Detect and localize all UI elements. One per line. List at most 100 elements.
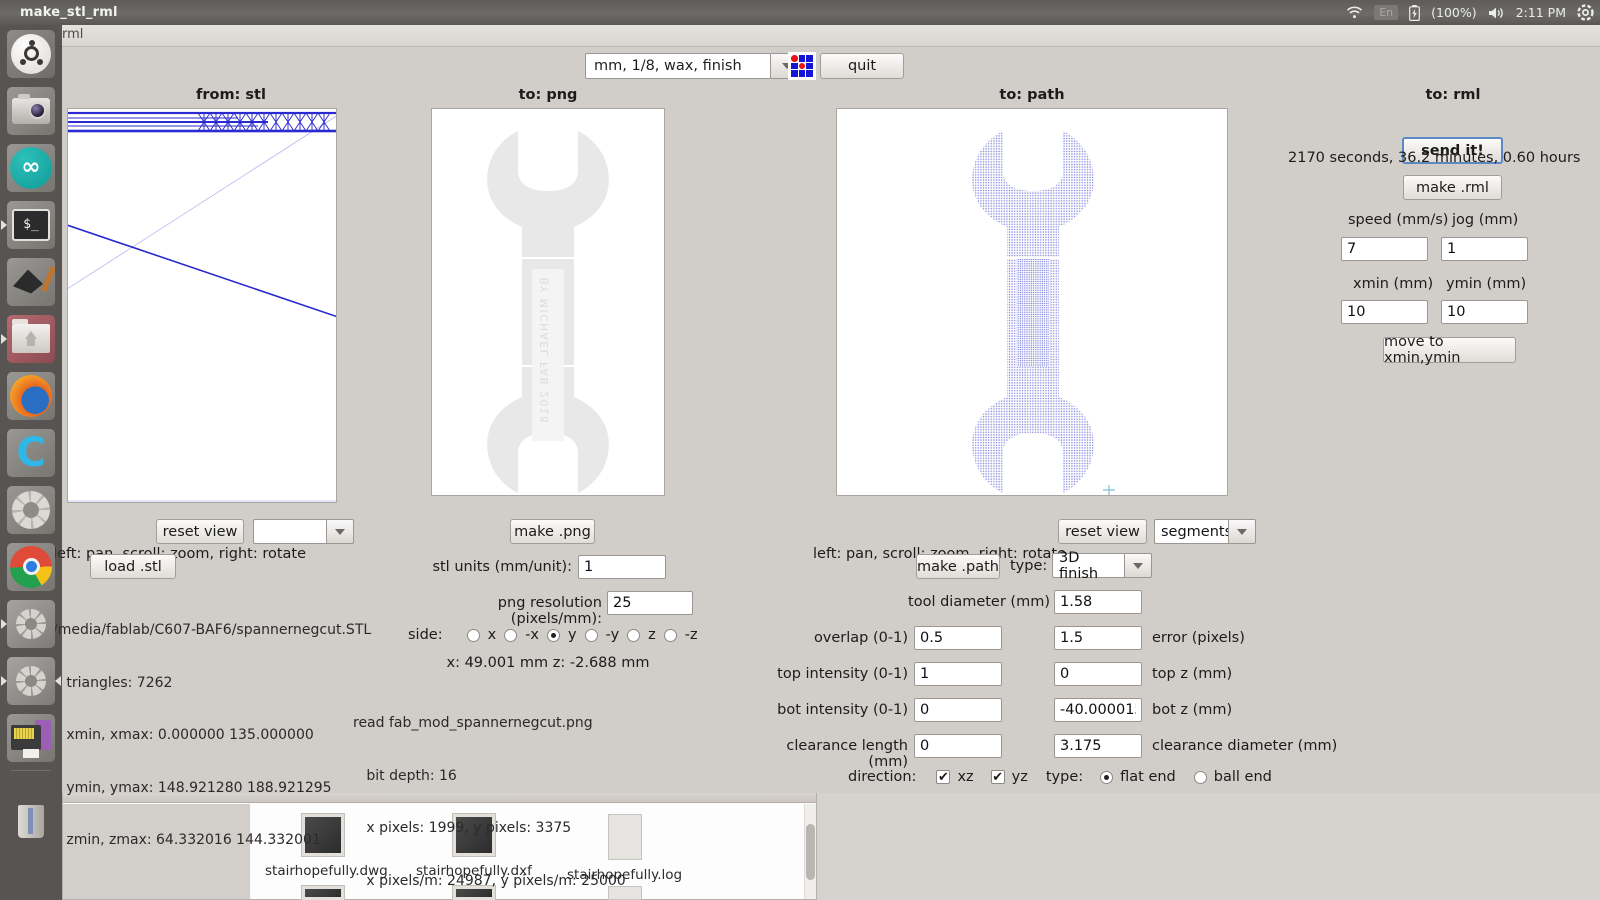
side-radio-x[interactable]: [466, 628, 480, 642]
clearance-diameter-input[interactable]: [1054, 734, 1142, 758]
file-thumbnail: [301, 886, 344, 900]
wifi-icon[interactable]: [1346, 6, 1363, 19]
jog-input[interactable]: [1441, 237, 1528, 261]
launcher-item-app-1[interactable]: [0, 595, 62, 652]
stl-info-line: zmin, zmax: 64.332016 144.332001: [53, 832, 321, 848]
path-type-select-value: 3D finish: [1052, 550, 1124, 582]
png-info-line: x pixels/m: 24987, y pixels/m: 25000: [353, 872, 626, 889]
stl-view-select-arrow[interactable]: [326, 519, 354, 544]
launcher-item-chrome[interactable]: [0, 538, 62, 595]
battery-icon[interactable]: [1409, 4, 1421, 21]
launcher-item-camera[interactable]: [0, 82, 62, 139]
error-pixels-input[interactable]: [1054, 626, 1142, 650]
make-stl-rml-window[interactable]: rml mm, 1/8, wax, finish quit from: stl …: [53, 25, 1600, 889]
flat-end-radio[interactable]: [1100, 770, 1114, 784]
overlap-label: overlap (0-1): [813, 630, 908, 646]
side-radio-negy[interactable]: [584, 628, 598, 642]
make-rml-button[interactable]: make .rml: [1403, 175, 1502, 200]
direction-controls: direction: ✔ xz ✔ yz type: flat end ball…: [848, 769, 1272, 785]
volume-icon[interactable]: [1488, 6, 1505, 20]
focused-indicator-icon: [55, 675, 61, 686]
path-reset-view-button[interactable]: reset view: [1058, 519, 1147, 544]
bot-z-input[interactable]: [1054, 698, 1142, 722]
system-menu-icon[interactable]: [1577, 4, 1594, 21]
stl-info-text: /media/fablab/C607-BAF6/spannernegcut.ST…: [53, 587, 371, 885]
side-radio-z[interactable]: [627, 628, 641, 642]
unity-launcher[interactable]: ∞ $_ C: [0, 25, 62, 900]
launcher-item-terminal[interactable]: $_: [0, 196, 62, 253]
jog-label: jog (mm): [1452, 212, 1519, 228]
stl-view-select-value: [253, 519, 326, 544]
bot-z-label: bot z (mm): [1152, 702, 1233, 718]
side-radio-group: side: x -x y -y z -z: [408, 627, 698, 643]
launcher-item-files[interactable]: [0, 310, 62, 367]
path-preview-canvas[interactable]: [836, 108, 1228, 499]
path-view-select-arrow[interactable]: [1228, 519, 1256, 544]
xmin-label: xmin (mm): [1353, 276, 1434, 292]
tool-diameter-label: tool diameter (mm): [908, 594, 1050, 610]
png-coordinates-readout: x: 49.001 mm z: -2.688 mm: [446, 655, 650, 671]
system-topbar[interactable]: make_stl_rml En (100%) 2:11 PM: [0, 0, 1600, 25]
trash-icon: [7, 796, 55, 844]
launcher-item-dash[interactable]: [0, 25, 62, 82]
overlap-input[interactable]: [914, 626, 1002, 650]
stl-view-select[interactable]: [253, 519, 354, 544]
ymin-input[interactable]: [1441, 300, 1528, 324]
machine-preset-select[interactable]: mm, 1/8, wax, finish: [585, 53, 771, 79]
ball-end-radio[interactable]: [1193, 770, 1207, 784]
toolpath-plot: [837, 109, 1227, 499]
app-toolbar: mm, 1/8, wax, finish quit: [58, 52, 1600, 89]
settings-gear-icon: [7, 485, 55, 534]
launcher-item-scanner[interactable]: [0, 709, 62, 766]
stl-units-input[interactable]: [578, 555, 666, 579]
firefox-icon: [7, 371, 55, 420]
launcher-item-app-2[interactable]: [0, 652, 62, 709]
side-option-label: x: [487, 627, 497, 643]
scanner-icon: [7, 713, 55, 762]
quit-button[interactable]: quit: [820, 53, 904, 79]
system-clock[interactable]: 2:11 PM: [1516, 5, 1566, 20]
launcher-item-arduino[interactable]: ∞: [0, 139, 62, 196]
side-radio-y[interactable]: [547, 628, 561, 642]
top-intensity-input[interactable]: [914, 662, 1002, 686]
stl-info-line: /media/fablab/C607-BAF6/spannernegcut.ST…: [53, 622, 372, 638]
path-view-select[interactable]: segments: [1154, 519, 1256, 544]
stl-units-label: stl units (mm/unit):: [432, 559, 572, 575]
top-z-input[interactable]: [1054, 662, 1142, 686]
png-preview-canvas[interactable]: BY MICHAEL FAB 2018: [431, 108, 665, 496]
launcher-item-settings[interactable]: [0, 481, 62, 538]
launcher-item-inkscape[interactable]: [0, 253, 62, 310]
make-path-button[interactable]: make .path: [916, 554, 1000, 579]
speed-input[interactable]: [1341, 237, 1428, 261]
move-to-xmin-ymin-button[interactable]: move to xmin,ymin: [1383, 334, 1516, 366]
side-radio-negz[interactable]: [663, 628, 677, 642]
time-estimate-text: 2170 seconds, 36.2 minutes, 0.60 hours: [1288, 150, 1581, 166]
launcher-item-trash[interactable]: [0, 791, 62, 848]
path-type-select[interactable]: 3D finish: [1052, 550, 1152, 582]
load-stl-button[interactable]: load .stl: [90, 554, 176, 579]
stl-preview-canvas[interactable]: [67, 108, 337, 503]
png-info-line: x pixels: 1999, y pixels: 3375: [353, 820, 572, 836]
app-gear-icon-2: [7, 656, 55, 705]
xmin-input[interactable]: [1341, 300, 1428, 324]
stl-reset-view-button[interactable]: reset view: [156, 519, 244, 544]
keyboard-layout-indicator[interactable]: En: [1374, 5, 1399, 20]
path-type-select-arrow[interactable]: [1124, 553, 1152, 578]
launcher-item-cura[interactable]: C: [0, 424, 62, 481]
tool-diameter-input[interactable]: [1054, 590, 1142, 614]
stl-column-header: from: stl: [196, 87, 266, 103]
png-resolution-input[interactable]: [607, 591, 693, 615]
launcher-item-firefox[interactable]: [0, 367, 62, 424]
direction-yz-checkbox[interactable]: ✔: [990, 770, 1005, 784]
side-radio-negx[interactable]: [504, 628, 518, 642]
clearance-length-input[interactable]: [914, 734, 1002, 758]
bot-intensity-input[interactable]: [914, 698, 1002, 722]
file-manager-scrollbar[interactable]: [804, 804, 816, 899]
bot-intensity-label: bot intensity (0-1): [777, 702, 908, 718]
scrollbar-thumb[interactable]: [806, 824, 815, 880]
make-png-button[interactable]: make .png: [510, 519, 595, 544]
app-titlebar[interactable]: rml: [58, 25, 1600, 47]
wrench-heightmap-image: BY MICHAEL FAB 2018: [432, 109, 664, 495]
direction-xz-checkbox[interactable]: ✔: [936, 770, 951, 784]
png-column-header: to: png: [518, 87, 578, 103]
